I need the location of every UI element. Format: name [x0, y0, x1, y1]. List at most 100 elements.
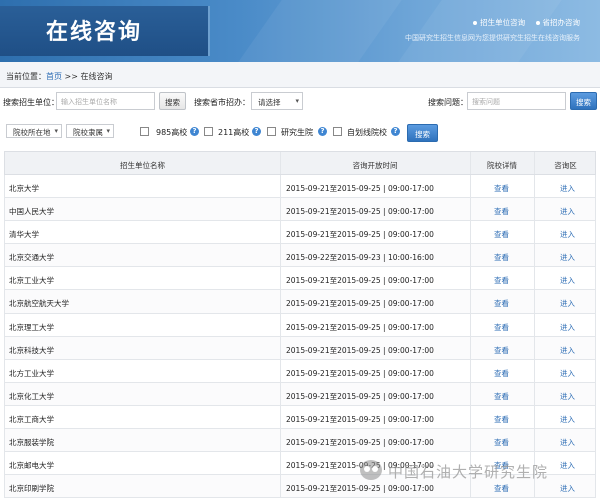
- question-search-label: 搜索问题：: [428, 98, 468, 107]
- enter-consult-link[interactable]: 进入: [560, 414, 575, 425]
- enter-consult-link[interactable]: 进入: [560, 229, 575, 240]
- table-row: 北京航空航天大学 2015-09-21至2015-09-25 | 09:00-17…: [4, 290, 596, 314]
- enter-consult-link[interactable]: 进入: [560, 345, 575, 356]
- column-divider: [470, 152, 471, 174]
- cell-institution-name: 中国人民大学: [9, 207, 54, 217]
- cell-open-time: 2015-09-21至2015-09-25 | 09:00-17:00: [286, 184, 434, 193]
- checkbox-self-line-label: 自划线院校: [347, 128, 387, 137]
- header-link-province[interactable]: 省招办咨询: [535, 18, 580, 27]
- column-divider: [534, 267, 535, 290]
- cell-institution-name: 北京航空航天大学: [9, 299, 69, 309]
- view-detail-link[interactable]: 查看: [494, 345, 509, 356]
- cell-institution-name: 北京工商大学: [9, 414, 54, 424]
- table-row: 北方工业大学 2015-09-21至2015-09-25 | 09:00-17:0…: [4, 359, 596, 383]
- header-link-unit[interactable]: 招生单位咨询: [473, 18, 525, 27]
- help-icon[interactable]: ?: [252, 127, 261, 136]
- cell-institution-name: 北方工业大学: [9, 368, 54, 378]
- checkbox-985-label: 985高校: [156, 128, 188, 137]
- column-divider: [534, 382, 535, 405]
- column-divider: [470, 382, 471, 405]
- column-divider: [470, 336, 471, 359]
- column-divider: [280, 359, 281, 382]
- table-row: 北京交通大学 2015-09-22至2015-09-23 | 10:00-16:0…: [4, 244, 596, 268]
- table-row: 北京工商大学 2015-09-21至2015-09-25 | 09:00-17:0…: [4, 405, 596, 430]
- cell-open-time: 2015-09-21至2015-09-25 | 09:00-17:00: [286, 322, 434, 332]
- view-detail-link[interactable]: 查看: [494, 298, 509, 309]
- affiliation-select[interactable]: 院校隶属 ▾: [66, 124, 114, 138]
- checkbox-self-line[interactable]: [333, 127, 342, 136]
- cell-institution-name: 北京科技大学: [9, 345, 54, 355]
- location-select[interactable]: 院校所在地 ▾: [6, 124, 62, 138]
- table-body: 北京大学 2015-09-21至2015-09-25 | 09:00-17:00 查…: [4, 175, 596, 499]
- view-detail-link[interactable]: 查看: [494, 414, 509, 425]
- cell-institution-name: 北京大学: [9, 184, 39, 193]
- enter-consult-link[interactable]: 进入: [560, 183, 575, 194]
- chevron-down-icon: ▾: [295, 97, 299, 105]
- cell-institution-name: 北京邮电大学: [9, 461, 54, 471]
- view-detail-link[interactable]: 查看: [494, 275, 509, 286]
- wechat-logo-icon: [360, 460, 382, 480]
- enter-consult-link[interactable]: 进入: [560, 252, 575, 263]
- column-divider: [470, 313, 471, 336]
- breadcrumb-current: 在线咨询: [80, 72, 113, 81]
- breadcrumb-home-link[interactable]: 首页: [46, 72, 62, 81]
- help-icon[interactable]: ?: [190, 127, 199, 136]
- watermark: 中国石油大学研究生院: [360, 458, 600, 484]
- cell-institution-name: 北京化工大学: [9, 391, 54, 401]
- enter-consult-link[interactable]: 进入: [560, 391, 575, 402]
- view-detail-link[interactable]: 查看: [494, 183, 509, 194]
- question-search-input[interactable]: 搜索问题: [467, 92, 566, 110]
- column-divider: [470, 290, 471, 313]
- table-row: 北京理工大学 2015-09-21至2015-09-25 | 09:00-17:0…: [4, 313, 596, 337]
- question-search-button[interactable]: 搜索: [570, 92, 597, 110]
- column-divider: [534, 290, 535, 313]
- bullet-icon: [535, 21, 540, 25]
- cell-open-time: 2015-09-21至2015-09-25 | 09:00-17:00: [286, 391, 434, 401]
- search-bar: 搜索招生单位： 输入招生单位名称 搜索 搜索省市招办： 请选择 ▾ 搜索问题： …: [0, 92, 600, 112]
- banner-decoration: [398, 0, 562, 62]
- column-divider: [280, 405, 281, 429]
- column-divider: [470, 359, 471, 382]
- enter-consult-link[interactable]: 进入: [560, 437, 575, 448]
- column-divider: [470, 221, 471, 244]
- province-select-value: 请选择: [258, 98, 281, 107]
- help-icon[interactable]: ?: [391, 127, 400, 136]
- enter-consult-link[interactable]: 进入: [560, 298, 575, 309]
- column-divider: [470, 267, 471, 290]
- column-divider: [534, 336, 535, 359]
- view-detail-link[interactable]: 查看: [494, 483, 509, 494]
- view-detail-link[interactable]: 查看: [494, 322, 509, 333]
- column-divider: [534, 175, 535, 198]
- column-divider: [534, 359, 535, 382]
- checkbox-211[interactable]: [204, 127, 213, 136]
- table-row: 北京服装学院 2015-09-21至2015-09-25 | 09:00-17:0…: [4, 429, 596, 453]
- view-detail-link[interactable]: 查看: [494, 252, 509, 263]
- unit-search-label: 搜索招生单位：: [3, 98, 59, 107]
- view-detail-link[interactable]: 查看: [494, 437, 509, 448]
- enter-consult-link[interactable]: 进入: [560, 483, 575, 494]
- cell-open-time: 2015-09-21至2015-09-25 | 09:00-17:00: [286, 414, 434, 424]
- checkbox-211-label: 211高校: [218, 128, 250, 137]
- table-row: 北京大学 2015-09-21至2015-09-25 | 09:00-17:00 查…: [4, 175, 596, 199]
- view-detail-link[interactable]: 查看: [494, 229, 509, 240]
- view-detail-link[interactable]: 查看: [494, 206, 509, 217]
- view-detail-link[interactable]: 查看: [494, 391, 509, 402]
- filter-search-button[interactable]: 搜索: [407, 124, 438, 142]
- institution-table: 招生单位名称 咨询开放时间 院校详情 咨询区 北京大学 2015-09-21至20…: [4, 151, 596, 499]
- enter-consult-link[interactable]: 进入: [560, 206, 575, 217]
- column-divider: [470, 405, 471, 429]
- checkbox-grad-school[interactable]: [267, 127, 276, 136]
- cell-institution-name: 北京理工大学: [9, 322, 54, 332]
- province-select[interactable]: 请选择 ▾: [251, 92, 303, 110]
- help-icon[interactable]: ?: [318, 127, 327, 136]
- enter-consult-link[interactable]: 进入: [560, 368, 575, 379]
- column-divider: [280, 244, 281, 267]
- cell-open-time: 2015-09-21至2015-09-25 | 09:00-17:00: [286, 345, 434, 355]
- enter-consult-link[interactable]: 进入: [560, 275, 575, 286]
- unit-search-input[interactable]: 输入招生单位名称: [56, 92, 155, 110]
- column-divider: [280, 313, 281, 336]
- enter-consult-link[interactable]: 进入: [560, 322, 575, 333]
- unit-search-button[interactable]: 搜索: [159, 92, 186, 110]
- view-detail-link[interactable]: 查看: [494, 368, 509, 379]
- checkbox-985[interactable]: [140, 127, 149, 136]
